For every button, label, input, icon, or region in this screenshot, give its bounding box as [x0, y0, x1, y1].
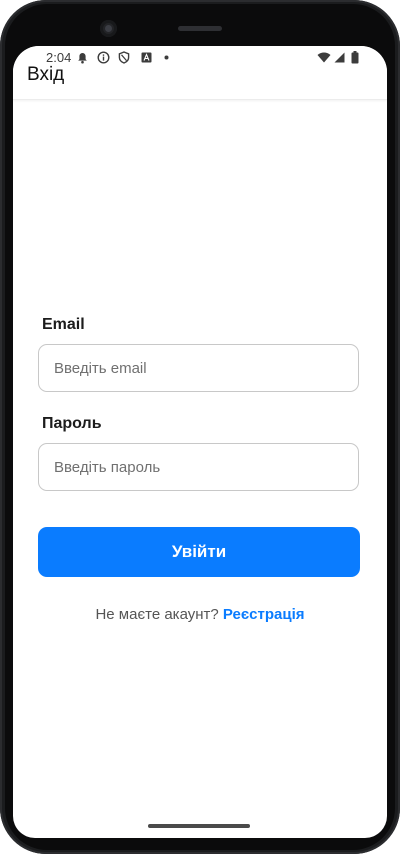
- font-icon: [140, 51, 152, 64]
- password-input[interactable]: [38, 443, 359, 491]
- register-prompt-text: Не маєте акаунт?: [95, 606, 219, 623]
- register-link[interactable]: Реєстрація: [223, 606, 305, 623]
- wifi-icon: [317, 51, 331, 64]
- shield-icon: [118, 51, 130, 64]
- password-label: Пароль: [42, 415, 102, 432]
- status-bar: 2:04: [13, 46, 387, 70]
- register-prompt-line: Не маєте акаунт? Реєстрація: [13, 606, 387, 623]
- home-indicator[interactable]: [148, 824, 250, 828]
- screen: Вхід 2:04 Email Введіть email Пароль Уві…: [13, 46, 387, 838]
- login-button[interactable]: Увійти: [38, 527, 360, 577]
- notification-bell-icon: [76, 51, 88, 64]
- earpiece-speaker: [178, 26, 222, 31]
- info-icon: [97, 51, 110, 64]
- dot-icon: [163, 51, 169, 64]
- status-time: 2:04: [46, 50, 72, 65]
- battery-icon: [350, 51, 359, 64]
- email-input[interactable]: [38, 344, 359, 392]
- email-label: Email: [42, 316, 85, 333]
- front-camera-icon: [100, 20, 117, 37]
- device-frame: Вхід 2:04 Email Введіть email Пароль Уві…: [0, 0, 400, 854]
- signal-icon: [334, 51, 345, 64]
